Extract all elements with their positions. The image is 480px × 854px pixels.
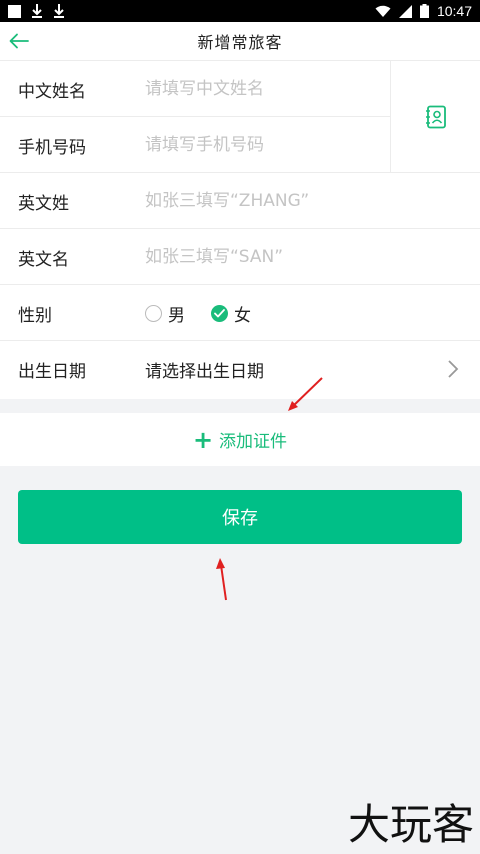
phone-input[interactable] [145, 130, 375, 160]
status-bar-right: 10:47 [375, 3, 472, 19]
watermark-logo: 大玩客 [347, 800, 474, 849]
birth-date-row[interactable]: 出生日期 请选择出生日期 [0, 341, 480, 397]
chinese-name-input[interactable] [145, 74, 375, 104]
wifi-icon [375, 5, 391, 17]
add-certificate-button[interactable]: + 添加证件 [0, 413, 480, 466]
radio-unchecked-icon [145, 304, 162, 322]
gender-options: 男 女 [145, 301, 251, 326]
notification-square-icon [8, 4, 21, 18]
battery-icon [419, 4, 429, 18]
save-button[interactable]: 保存 [18, 490, 462, 544]
english-given-name-label: 英文名 [18, 249, 69, 270]
download-icon-2 [54, 4, 64, 18]
gender-option-label: 男 [168, 305, 185, 326]
top-nav-bar: 新增常旅客 [0, 22, 480, 61]
download-icon [32, 4, 42, 18]
english-given-name-input[interactable] [145, 242, 375, 272]
signal-icon [398, 4, 412, 18]
back-arrow-icon [9, 33, 29, 49]
radio-checked-icon [211, 304, 228, 322]
status-bar: 10:47 [0, 0, 480, 22]
gender-label: 性别 [18, 305, 52, 326]
contact-book-icon [425, 105, 446, 129]
status-bar-left [8, 3, 65, 19]
chevron-right-icon [448, 360, 459, 378]
gender-row: 性别 男 女 [0, 285, 480, 341]
plus-icon: + [192, 425, 214, 454]
english-surname-label: 英文姓 [18, 193, 69, 214]
gender-option-female[interactable]: 女 [211, 301, 251, 326]
phone-label: 手机号码 [18, 137, 86, 158]
back-button[interactable] [6, 28, 32, 54]
gender-option-label: 女 [234, 305, 251, 326]
english-surname-row: 英文姓 [0, 173, 480, 229]
birth-date-label: 出生日期 [18, 361, 86, 382]
gender-option-male[interactable]: 男 [145, 301, 185, 326]
annotation-arrow-icon [216, 558, 227, 601]
annotation-arrow-icon [288, 377, 323, 411]
english-given-name-row: 英文名 [0, 229, 480, 285]
birth-date-value: 请选择出生日期 [145, 361, 264, 382]
page-title: 新增常旅客 [197, 33, 283, 52]
chinese-name-label: 中文姓名 [18, 81, 86, 102]
status-time: 10:47 [436, 3, 472, 19]
checkmark-icon [214, 308, 225, 317]
english-surname-input[interactable] [145, 186, 375, 216]
add-certificate-label: 添加证件 [219, 432, 288, 452]
traveler-form: 中文姓名 手机号码 英文姓 英文名 性别 男 [0, 61, 480, 399]
contact-picker-button[interactable] [390, 61, 480, 173]
